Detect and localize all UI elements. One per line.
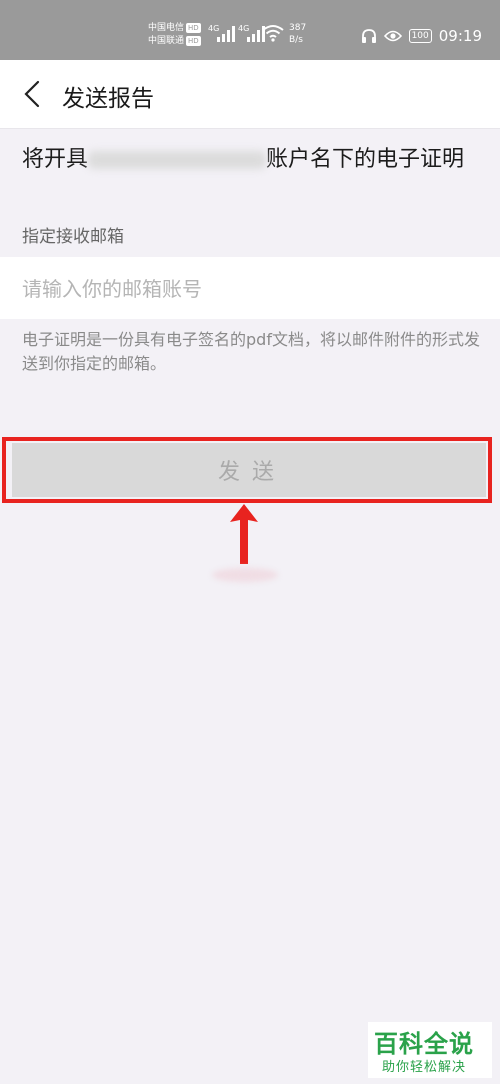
email-input[interactable] (20, 257, 484, 321)
statement-prefix: 将开具 (22, 147, 89, 172)
watermark-title: 百科全说 (374, 1030, 474, 1058)
highlight-annotation (2, 437, 492, 503)
signal-icon-1 (217, 26, 235, 42)
headset-icon (361, 29, 376, 43)
watermark-subtitle: 助你轻松解决 (382, 1060, 467, 1075)
description-text: 电子证明是一份具有电子签名的pdf文档，将以邮件附件的形式发送到你指定的邮箱。 (22, 330, 480, 373)
carrier-2: 中国联通 (148, 36, 185, 46)
back-button[interactable] (14, 74, 54, 114)
redacted-account (88, 151, 267, 169)
certificate-statement: 将开具 账户名下的电子证明 (22, 144, 482, 175)
app-header: 发送报告 (0, 60, 500, 129)
faint-mark (212, 568, 278, 582)
carrier-info: 中国电信 HD 中国联通 HD (148, 22, 201, 48)
email-label: 指定接收邮箱 (22, 227, 124, 247)
arrow-up-icon (230, 504, 258, 564)
battery-indicator: 100 (408, 29, 432, 43)
hd-badge-2: HD (186, 36, 201, 46)
network-speed: 387 B/s (289, 22, 306, 46)
carrier-1: 中国电信 (148, 23, 185, 33)
status-right: 100 09:19 (361, 27, 482, 45)
eye-icon (383, 30, 402, 42)
speed-value: 387 (289, 23, 307, 33)
clock: 09:19 (438, 27, 482, 45)
wifi-icon (262, 25, 284, 42)
email-field-container (0, 257, 500, 321)
status-bar: 中国电信 HD 中国联通 HD 4G 4G 387 B/s 100 09:19 (0, 0, 500, 60)
statement-suffix: 账户名下的电子证明 (266, 147, 465, 172)
speed-unit: B/s (289, 35, 303, 45)
page-title: 发送报告 (62, 86, 154, 112)
hd-badge-1: HD (186, 23, 201, 33)
watermark-logo: 百科全说 助你轻松解决 (368, 1022, 492, 1078)
chevron-left-icon (24, 80, 40, 108)
